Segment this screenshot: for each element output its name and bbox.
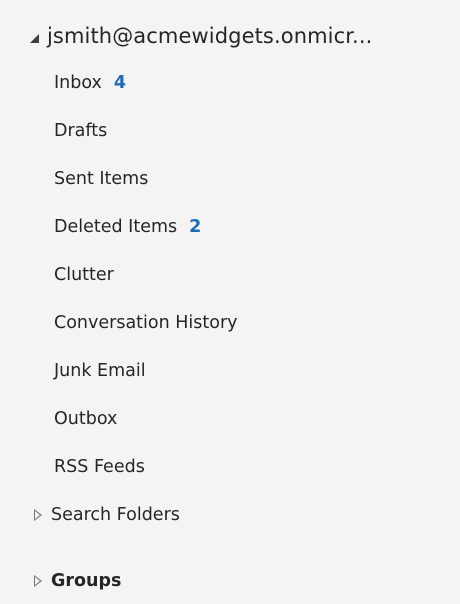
folder-label: Deleted Items: [54, 217, 178, 237]
folder-label: Sent Items: [54, 169, 149, 189]
account-name: jsmith@acmewidgets.onmicr...: [47, 24, 373, 48]
folder-label: RSS Feeds: [54, 457, 145, 477]
folder-conversation-history[interactable]: Conversation History: [54, 308, 238, 338]
folder-label: Inbox: [54, 73, 102, 93]
folder-label: Junk Email: [54, 361, 146, 381]
folder-inbox[interactable]: Inbox 4: [54, 68, 126, 98]
unread-count-badge: 4: [113, 73, 127, 93]
folder-sent-items[interactable]: Sent Items: [54, 164, 148, 194]
groups-label: Groups: [51, 571, 122, 591]
folder-drafts[interactable]: Drafts: [54, 116, 107, 146]
folder-label: Search Folders: [51, 505, 180, 525]
folder-label: Clutter: [54, 265, 114, 285]
groups-node[interactable]: Groups: [34, 566, 121, 596]
folder-junk-email[interactable]: Junk Email: [54, 356, 146, 386]
folder-pane: jsmith@acmewidgets.onmicr... Inbox 4 Dra…: [0, 0, 460, 604]
folder-label: Outbox: [54, 409, 118, 429]
folder-label: Conversation History: [54, 313, 238, 333]
folder-outbox[interactable]: Outbox: [54, 404, 117, 434]
account-node[interactable]: jsmith@acmewidgets.onmicr...: [30, 20, 372, 52]
unread-count-badge: 2: [189, 217, 202, 237]
folder-rss-feeds[interactable]: RSS Feeds: [54, 452, 145, 482]
collapsed-arrow-icon[interactable]: [34, 509, 42, 521]
folder-search-folders[interactable]: Search Folders: [34, 500, 180, 530]
expanded-arrow-icon[interactable]: [30, 33, 39, 43]
folder-clutter[interactable]: Clutter: [54, 260, 114, 290]
folder-deleted-items[interactable]: Deleted Items 2: [54, 212, 201, 242]
folder-label: Drafts: [54, 121, 108, 141]
collapsed-arrow-icon[interactable]: [34, 575, 42, 587]
